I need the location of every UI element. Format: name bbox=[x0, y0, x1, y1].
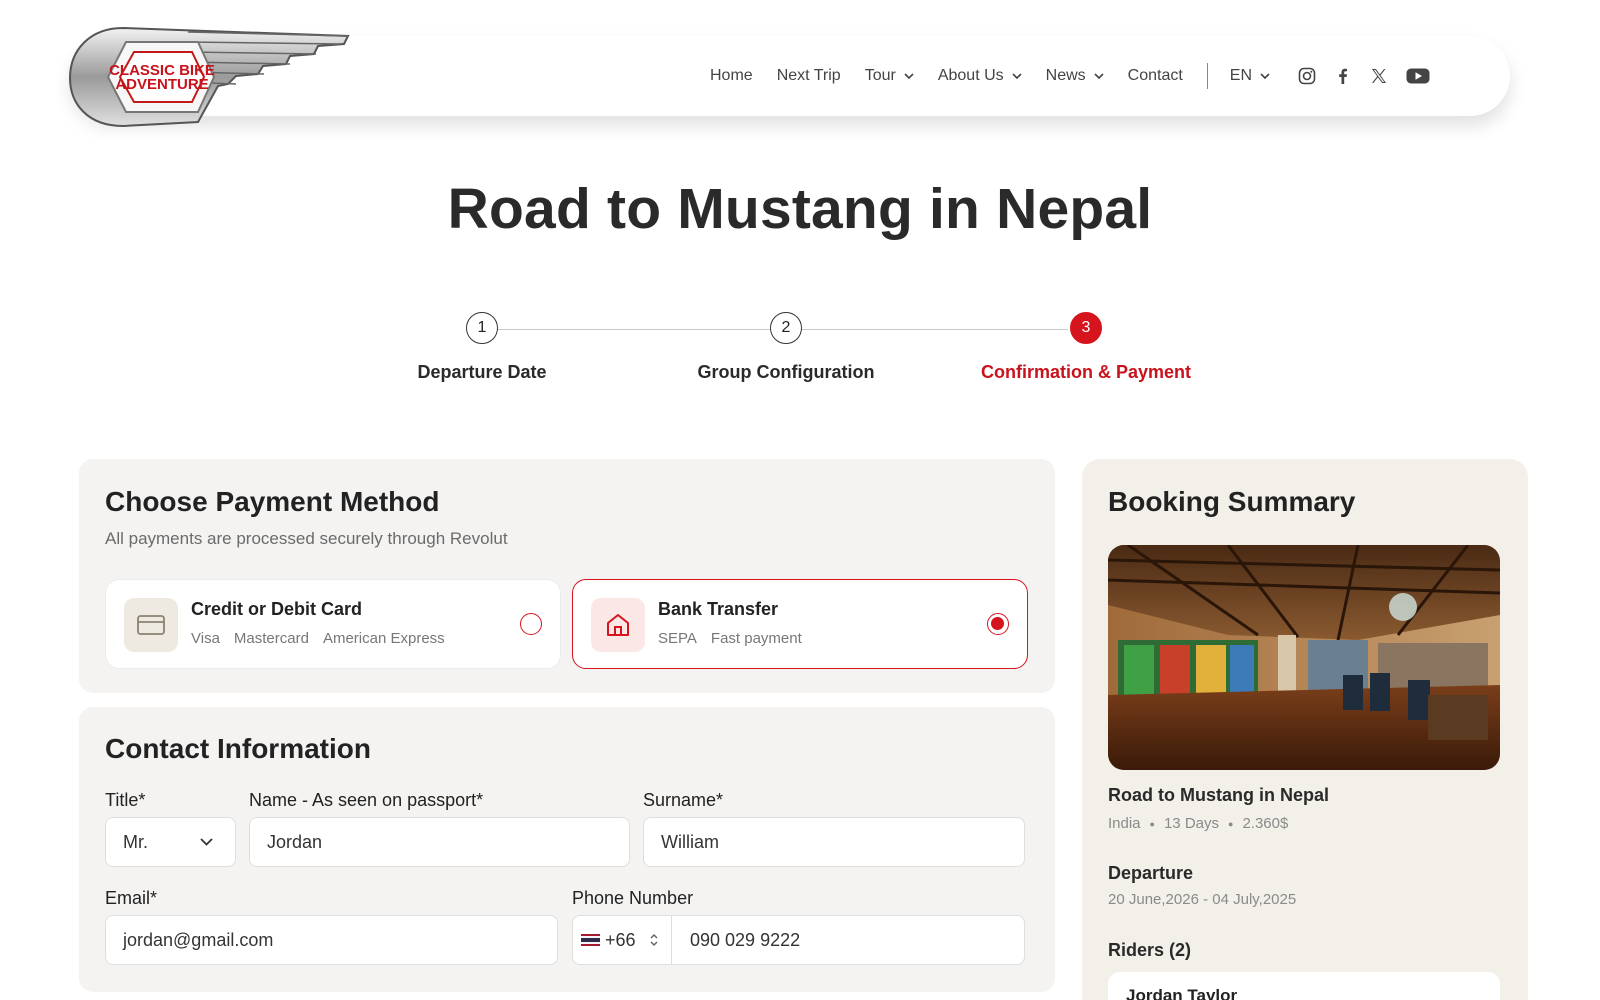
summary-riders-label: Riders (2) bbox=[1108, 940, 1192, 960]
payment-tag: SEPA bbox=[658, 630, 697, 647]
step-departure-date[interactable]: 1 Departure Date bbox=[402, 312, 562, 383]
step-label: Group Configuration bbox=[697, 362, 875, 382]
name-input[interactable]: Jordan bbox=[249, 817, 630, 867]
title-select-value: Mr. bbox=[123, 831, 148, 852]
payment-tag: Visa bbox=[191, 630, 220, 647]
surname-input-value: William bbox=[661, 831, 719, 852]
country-code-select[interactable]: +66 bbox=[573, 916, 672, 964]
summary-country: India bbox=[1108, 815, 1141, 832]
payment-radio-card[interactable] bbox=[520, 613, 542, 635]
email-input-value: jordan@gmail.com bbox=[123, 929, 274, 950]
logo-text-line2: ADVENTURE bbox=[115, 76, 208, 93]
nav-item-contact[interactable]: Contact bbox=[1128, 67, 1183, 85]
contact-information-title: Contact Information bbox=[105, 733, 371, 764]
rider-name: Jordan Taylor bbox=[1126, 986, 1238, 1000]
summary-duration: 13 Days bbox=[1163, 815, 1219, 832]
step-group-configuration[interactable]: 2 Group Configuration bbox=[686, 312, 886, 383]
language-selector[interactable]: EN bbox=[1230, 67, 1270, 85]
payment-option-tags: Visa Mastercard American Express bbox=[191, 630, 445, 647]
title-label: Title* bbox=[105, 790, 146, 810]
payment-method-title: Choose Payment Method bbox=[105, 486, 440, 517]
nav-divider bbox=[1206, 63, 1208, 89]
chevron-down-icon bbox=[904, 73, 914, 80]
nav-item-home[interactable]: Home bbox=[710, 67, 753, 85]
rider-card[interactable]: Jordan Taylor bbox=[1108, 972, 1500, 1000]
step-label: Departure Date bbox=[417, 362, 547, 382]
language-label: EN bbox=[1229, 67, 1253, 84]
payment-tag: American Express bbox=[322, 630, 445, 647]
surname-input[interactable]: William bbox=[643, 817, 1025, 867]
payment-radio-bank-transfer[interactable] bbox=[987, 613, 1009, 635]
main-nav: Home Next Trip Tour About Us News Contac… bbox=[710, 36, 1430, 116]
title-select[interactable]: Mr. bbox=[105, 817, 236, 867]
payment-option-title: Bank Transfer bbox=[658, 599, 779, 619]
trip-photo bbox=[1108, 545, 1500, 770]
step-number: 2 bbox=[770, 312, 802, 344]
logo-emblem: CLASSIC BIKE ADVENTURE bbox=[68, 26, 350, 128]
payment-option-card[interactable]: Credit or Debit Card Visa Mastercard Ame… bbox=[105, 579, 561, 669]
up-down-chevron-icon bbox=[650, 933, 658, 947]
nav-item-tour[interactable]: Tour bbox=[865, 67, 914, 85]
payment-tag: Mastercard bbox=[233, 630, 309, 647]
nav-item-label: Home bbox=[710, 67, 753, 84]
instagram-icon[interactable] bbox=[1298, 67, 1316, 85]
email-label: Email* bbox=[105, 888, 158, 908]
booking-summary-title: Booking Summary bbox=[1108, 486, 1356, 517]
phone-input[interactable]: +66 090 029 9222 bbox=[572, 915, 1025, 965]
payment-option-bank-transfer[interactable]: Bank Transfer SEPA Fast payment bbox=[572, 579, 1028, 669]
step-confirmation-payment[interactable]: 3 Confirmation & Payment bbox=[966, 312, 1206, 383]
summary-price: 2.360$ bbox=[1242, 815, 1289, 832]
chevron-down-icon bbox=[1260, 73, 1270, 80]
nav-item-label: Next Trip bbox=[776, 67, 841, 84]
nav-item-next-trip[interactable]: Next Trip bbox=[777, 67, 841, 85]
payment-method-subtitle: All payments are processed securely thro… bbox=[105, 529, 508, 548]
thailand-flag-icon bbox=[581, 934, 600, 946]
phone-label: Phone Number bbox=[572, 888, 694, 908]
logo[interactable]: CLASSIC BIKE ADVENTURE bbox=[68, 22, 358, 132]
summary-departure-label: Departure bbox=[1108, 863, 1194, 883]
summary-departure-dates: 20 June,2026 - 04 July,2025 bbox=[1108, 891, 1297, 908]
page-title: Road to Mustang in Nepal bbox=[447, 177, 1153, 241]
payment-tag: Fast payment bbox=[710, 630, 802, 647]
x-icon[interactable] bbox=[1370, 67, 1388, 85]
nav-item-label: News bbox=[1045, 67, 1086, 84]
bank-icon bbox=[591, 598, 645, 652]
nav-item-about-us[interactable]: About Us bbox=[938, 67, 1022, 85]
nav-item-label: About Us bbox=[937, 67, 1004, 84]
chevron-down-icon bbox=[200, 838, 213, 846]
name-label: Name - As seen on passport* bbox=[249, 790, 484, 810]
nav-item-label: Tour bbox=[864, 67, 896, 84]
surname-label: Surname* bbox=[643, 790, 724, 810]
youtube-icon[interactable] bbox=[1406, 67, 1430, 85]
payment-option-title: Credit or Debit Card bbox=[191, 599, 363, 619]
step-number: 1 bbox=[466, 312, 498, 344]
name-input-value: Jordan bbox=[267, 831, 323, 852]
credit-card-icon bbox=[124, 598, 178, 652]
chevron-down-icon bbox=[1094, 73, 1104, 80]
step-label: Confirmation & Payment bbox=[980, 362, 1192, 382]
chevron-down-icon bbox=[1012, 73, 1022, 80]
nav-item-news[interactable]: News bbox=[1046, 67, 1104, 85]
bullet-separator-icon: ● bbox=[1149, 818, 1155, 829]
payment-option-tags: SEPA Fast payment bbox=[658, 630, 802, 647]
country-code-value: +66 bbox=[605, 929, 636, 950]
bullet-separator-icon: ● bbox=[1228, 818, 1234, 829]
phone-number-value: 090 029 9222 bbox=[690, 929, 801, 950]
booking-stepper: 1 Departure Date 2 Group Configuration 3… bbox=[0, 312, 1600, 392]
social-links bbox=[1298, 67, 1430, 85]
summary-trip-name: Road to Mustang in Nepal bbox=[1108, 785, 1330, 805]
nav-item-label: Contact bbox=[1127, 67, 1183, 84]
facebook-icon[interactable] bbox=[1334, 67, 1352, 85]
summary-trip-meta: India ● 13 Days ● 2.360$ bbox=[1108, 815, 1288, 832]
email-input[interactable]: jordan@gmail.com bbox=[105, 915, 558, 965]
step-number: 3 bbox=[1070, 312, 1102, 344]
